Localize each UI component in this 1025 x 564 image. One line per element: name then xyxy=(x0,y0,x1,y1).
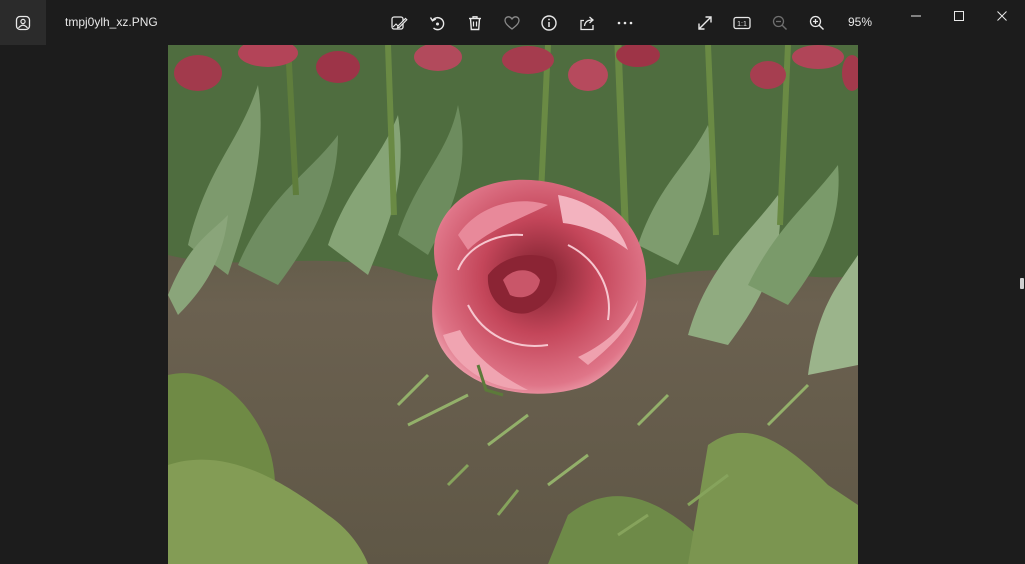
minimize-icon xyxy=(911,15,921,17)
photos-app-window: tmpj0ylh_xz.PNG 1:1 95% xyxy=(0,0,1025,564)
maximize-button[interactable] xyxy=(936,0,982,32)
rotate-button[interactable] xyxy=(423,9,451,37)
zoom-in-button[interactable] xyxy=(803,9,831,37)
actual-size-icon: 1:1 xyxy=(733,16,751,30)
svg-text:1:1: 1:1 xyxy=(737,21,747,28)
file-name: tmpj0ylh_xz.PNG xyxy=(65,15,158,29)
photos-app-icon xyxy=(15,15,31,30)
favorite-button[interactable] xyxy=(498,9,526,37)
close-icon xyxy=(997,11,1007,21)
actual-size-button[interactable]: 1:1 xyxy=(728,9,756,37)
share-button[interactable] xyxy=(573,9,601,37)
info-icon xyxy=(541,15,557,31)
delete-button[interactable] xyxy=(461,9,489,37)
edit-image-icon xyxy=(391,16,408,30)
heart-icon xyxy=(504,16,520,30)
more-icon xyxy=(617,21,633,25)
full-screen-button[interactable] xyxy=(691,9,719,37)
edit-image-button[interactable] xyxy=(385,9,413,37)
trash-icon xyxy=(469,16,481,31)
share-icon xyxy=(580,16,594,31)
rotate-icon xyxy=(429,16,445,31)
tulip-photo xyxy=(168,45,858,564)
minimize-button[interactable] xyxy=(893,0,939,32)
close-button[interactable] xyxy=(979,0,1025,32)
zoom-in-icon xyxy=(809,15,824,30)
scroll-indicator xyxy=(1020,278,1024,289)
photo[interactable] xyxy=(168,45,858,564)
zoom-out-button[interactable] xyxy=(766,9,794,37)
zoom-level[interactable]: 95% xyxy=(840,15,880,29)
zoom-out-icon xyxy=(772,15,787,30)
info-button[interactable] xyxy=(535,9,563,37)
gallery-button[interactable] xyxy=(0,0,46,45)
more-button[interactable] xyxy=(611,9,639,37)
expand-icon xyxy=(698,16,712,30)
maximize-icon xyxy=(954,11,964,21)
title-bar: tmpj0ylh_xz.PNG 1:1 95% xyxy=(0,0,1025,45)
image-viewer[interactable] xyxy=(0,45,1025,564)
